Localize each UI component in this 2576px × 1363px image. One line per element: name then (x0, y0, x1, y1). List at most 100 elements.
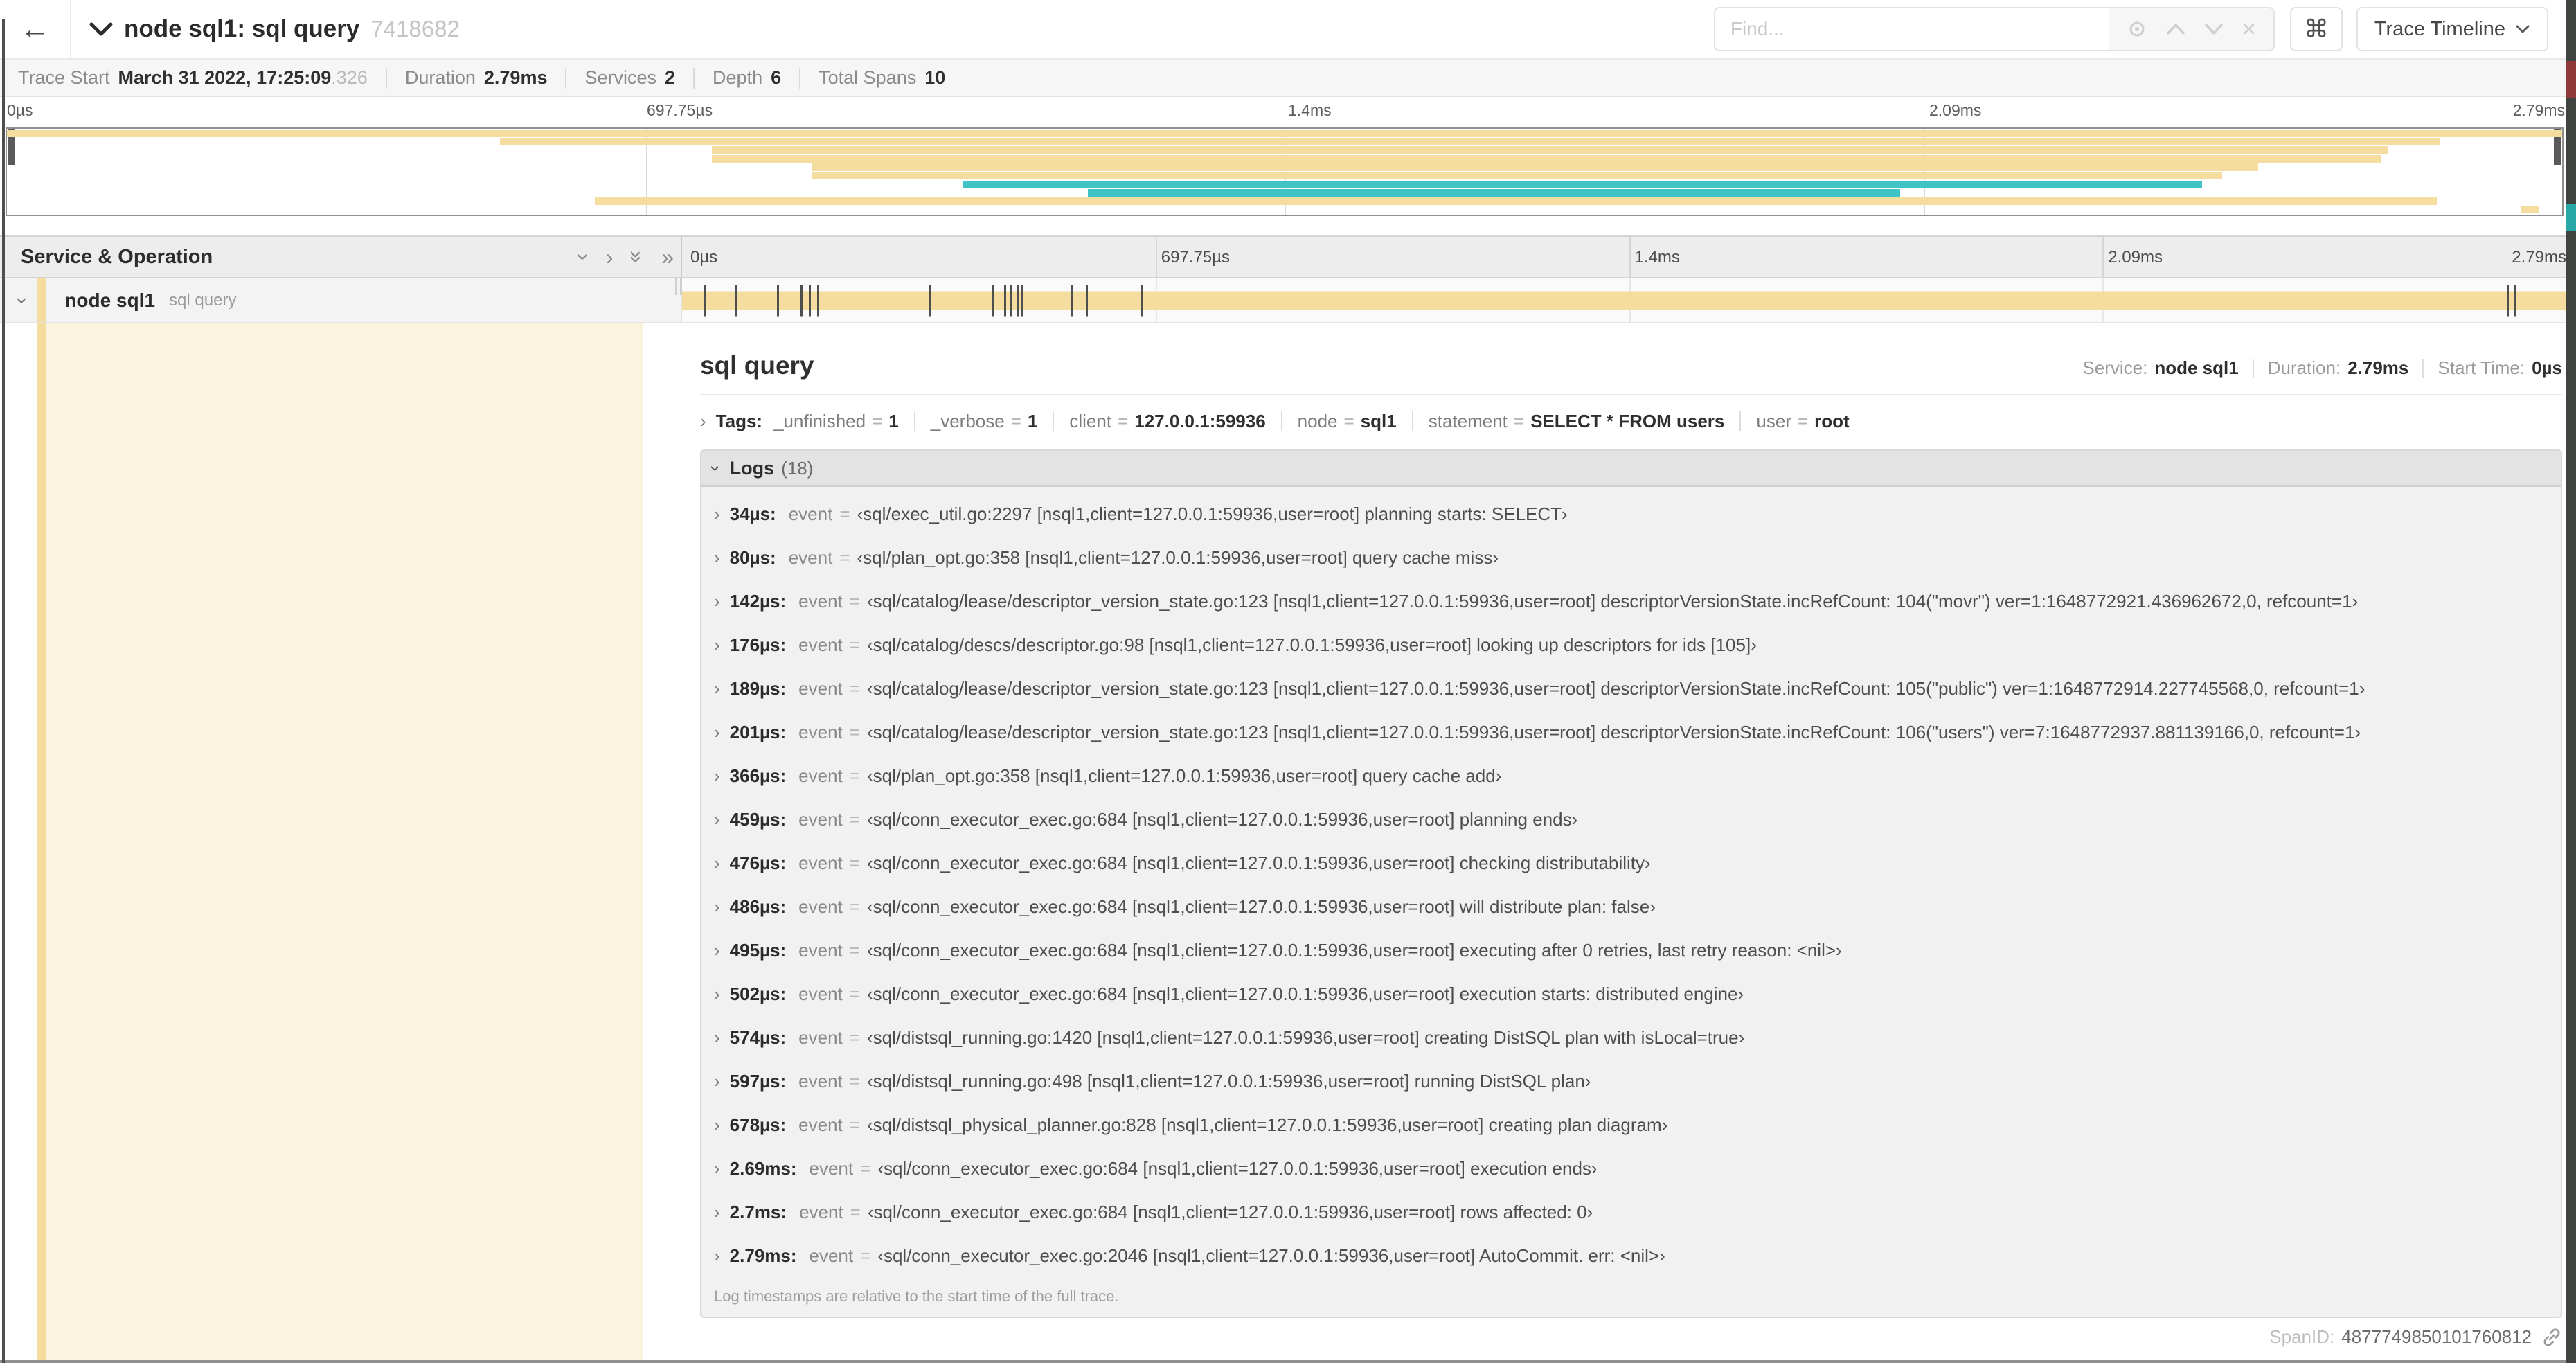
chevron-right-icon[interactable]: › (714, 983, 720, 1005)
chevron-right-icon[interactable]: › (714, 634, 720, 656)
chevron-down-icon[interactable]: › (12, 297, 34, 303)
log-row[interactable]: › 502µs: event = ‹sql/conn_executor_exec.go:… (701, 972, 2561, 1016)
chevron-right-icon[interactable]: › (714, 1245, 720, 1267)
tag-key: statement (1428, 410, 1508, 431)
chevron-right-icon[interactable]: › (714, 1071, 720, 1092)
summary-value: March 31 2022, 17:25:09 (118, 67, 332, 88)
prev-match-button[interactable] (2165, 21, 2186, 37)
tags-row[interactable]: › Tags: _unfinished = 1 _verbose = 1 client = 12… (700, 408, 2562, 434)
chevron-right-icon[interactable]: › (714, 1027, 720, 1049)
chevron-right-icon[interactable]: › (714, 722, 720, 743)
log-row[interactable]: › 2.7ms: event = ‹sql/conn_executor_exec.go:… (701, 1191, 2561, 1234)
log-value: ‹sql/conn_executor_exec.go:684 [nsql1,cl… (877, 1158, 1598, 1179)
top-bar: ← node sql1: sql query 7418682 Find... ×… (0, 0, 2576, 58)
summary-label: Services (584, 67, 656, 88)
log-equals: = (849, 983, 860, 1004)
span-detail-section: sql query Service: node sql1 Duration: 2.79… (0, 323, 2576, 1363)
log-row[interactable]: › 597µs: event = ‹sql/distsql_running.go:498… (701, 1060, 2561, 1103)
expand-one-button chevron-down-icon[interactable]: › (571, 253, 596, 261)
log-row[interactable]: › 189µs: event = ‹sql/catalog/lease/descript… (701, 667, 2561, 711)
log-tick-mark (777, 285, 780, 316)
log-row[interactable]: › 34µs: event = ‹sql/exec_util.go:2297 [nsql… (701, 492, 2561, 536)
meta-value: node sql1 (2154, 357, 2239, 378)
span-duration-bar[interactable] (682, 291, 2576, 310)
command-icon: ⌘ (2303, 15, 2329, 43)
view-type-label: Trace Timeline (2374, 17, 2505, 40)
chevron-right-icon[interactable]: › (714, 678, 720, 700)
expand-all-button double-chevron-down-icon[interactable]: » (625, 251, 650, 263)
log-equals: = (849, 853, 860, 873)
span-row-name-cell[interactable]: › node sql1 sql query (0, 278, 682, 322)
log-row[interactable]: › 678µs: event = ‹sql/distsql_physical_plann… (701, 1103, 2561, 1147)
log-timestamp: 495µs: (729, 940, 787, 961)
log-row[interactable]: › 366µs: event = ‹sql/plan_opt.go:358 [nsql1… (701, 754, 2561, 798)
top-bar-controls: × ⌘ Trace Timeline (1713, 7, 2548, 51)
log-row[interactable]: › 201µs: event = ‹sql/catalog/lease/descript… (701, 711, 2561, 754)
log-value: ‹sql/catalog/lease/descriptor_version_st… (866, 678, 2365, 699)
logs-header[interactable]: › Logs (18) (701, 451, 2561, 487)
window-left-edge (2, 19, 5, 1363)
chevron-right-icon[interactable]: › (714, 809, 720, 830)
find-input[interactable] (1713, 7, 2109, 51)
log-value: ‹sql/distsql_running.go:1420 [nsql1,clie… (866, 1027, 1745, 1048)
log-row[interactable]: › 80µs: event = ‹sql/plan_opt.go:358 [nsql1,… (701, 536, 2561, 580)
span-row-timeline-cell[interactable] (682, 278, 2576, 322)
collapse-one-button chevron-right-icon[interactable]: › (606, 246, 614, 268)
log-timestamp: 176µs: (729, 634, 787, 655)
keyboard-shortcuts-button[interactable]: ⌘ (2289, 7, 2343, 51)
back-button[interactable]: ← (0, 0, 71, 58)
page-title: node sql1: sql query (124, 15, 360, 42)
log-row[interactable]: › 476µs: event = ‹sql/conn_executor_exec.go:… (701, 841, 2561, 885)
log-row[interactable]: › 142µs: event = ‹sql/catalog/lease/descript… (701, 580, 2561, 623)
log-timestamp: 366µs: (729, 765, 787, 786)
log-timestamp: 574µs: (729, 1027, 787, 1048)
log-row[interactable]: › 459µs: event = ‹sql/conn_executor_exec.go:… (701, 798, 2561, 841)
next-match-button[interactable] (2203, 21, 2224, 37)
chevron-right-icon[interactable]: › (714, 896, 720, 918)
log-timestamp: 201µs: (729, 722, 787, 742)
ruler-tick-label: 0µs (690, 248, 718, 267)
clear-search-icon[interactable]: × (2242, 15, 2256, 44)
chevron-right-icon[interactable]: › (714, 1158, 720, 1179)
chevron-right-icon[interactable]: › (700, 411, 706, 432)
summary-value: 2 (665, 67, 676, 88)
log-tick-mark (704, 285, 706, 316)
minimap-span-bar (712, 146, 2389, 154)
summary-value: 10 (924, 67, 946, 88)
log-row[interactable]: › 574µs: event = ‹sql/distsql_running.go:142… (701, 1016, 2561, 1060)
chevron-right-icon[interactable]: › (714, 504, 720, 525)
log-tick-mark (2513, 285, 2516, 316)
locate-icon[interactable] (2126, 18, 2148, 40)
ruler-gridline (1629, 237, 1631, 277)
deep-link-icon[interactable] (2541, 1327, 2562, 1348)
minimap-span-bar (500, 138, 2440, 146)
log-field-key: event (798, 940, 843, 961)
tag-equals: = (1010, 410, 1021, 431)
chevron-right-icon[interactable]: › (714, 1114, 720, 1136)
tags-items: _unfinished = 1 _verbose = 1 client = 127.0.0.1:… (773, 411, 1850, 432)
log-row[interactable]: › 2.79ms: event = ‹sql/conn_executor_exec.go… (701, 1234, 2561, 1278)
log-row[interactable]: › 486µs: event = ‹sql/conn_executor_exec.go:… (701, 885, 2561, 929)
minimap-canvas[interactable] (6, 127, 2564, 216)
log-timestamp: 486µs: (729, 896, 787, 917)
summary-value: 6 (771, 67, 782, 88)
log-row[interactable]: › 176µs: event = ‹sql/catalog/descs/descript… (701, 623, 2561, 667)
log-row[interactable]: › 495µs: event = ‹sql/conn_executor_exec.go:… (701, 929, 2561, 972)
chevron-down-icon (2516, 25, 2530, 33)
log-value: ‹sql/distsql_running.go:498 [nsql1,clien… (866, 1071, 1591, 1092)
view-type-selector[interactable]: Trace Timeline (2356, 7, 2548, 51)
chevron-right-icon[interactable]: › (714, 547, 720, 569)
column-resizer-handle[interactable] (675, 278, 682, 295)
collapse-all-button double-chevron-right-icon[interactable]: » (661, 246, 674, 268)
chevron-right-icon[interactable]: › (714, 765, 720, 787)
chevron-right-icon[interactable]: › (714, 853, 720, 874)
detail-divider (700, 394, 2562, 395)
chevron-right-icon[interactable]: › (714, 1202, 720, 1223)
chevron-right-icon[interactable]: › (714, 591, 720, 612)
log-equals: = (849, 896, 860, 917)
span-service-name: node sql1 (64, 289, 156, 311)
chevron-right-icon[interactable]: › (714, 940, 720, 961)
log-value: ‹sql/conn_executor_exec.go:684 [nsql1,cl… (866, 853, 1651, 873)
log-row[interactable]: › 2.69ms: event = ‹sql/conn_executor_exec.go… (701, 1147, 2561, 1191)
collapse-trace-header-button[interactable] (89, 21, 113, 37)
